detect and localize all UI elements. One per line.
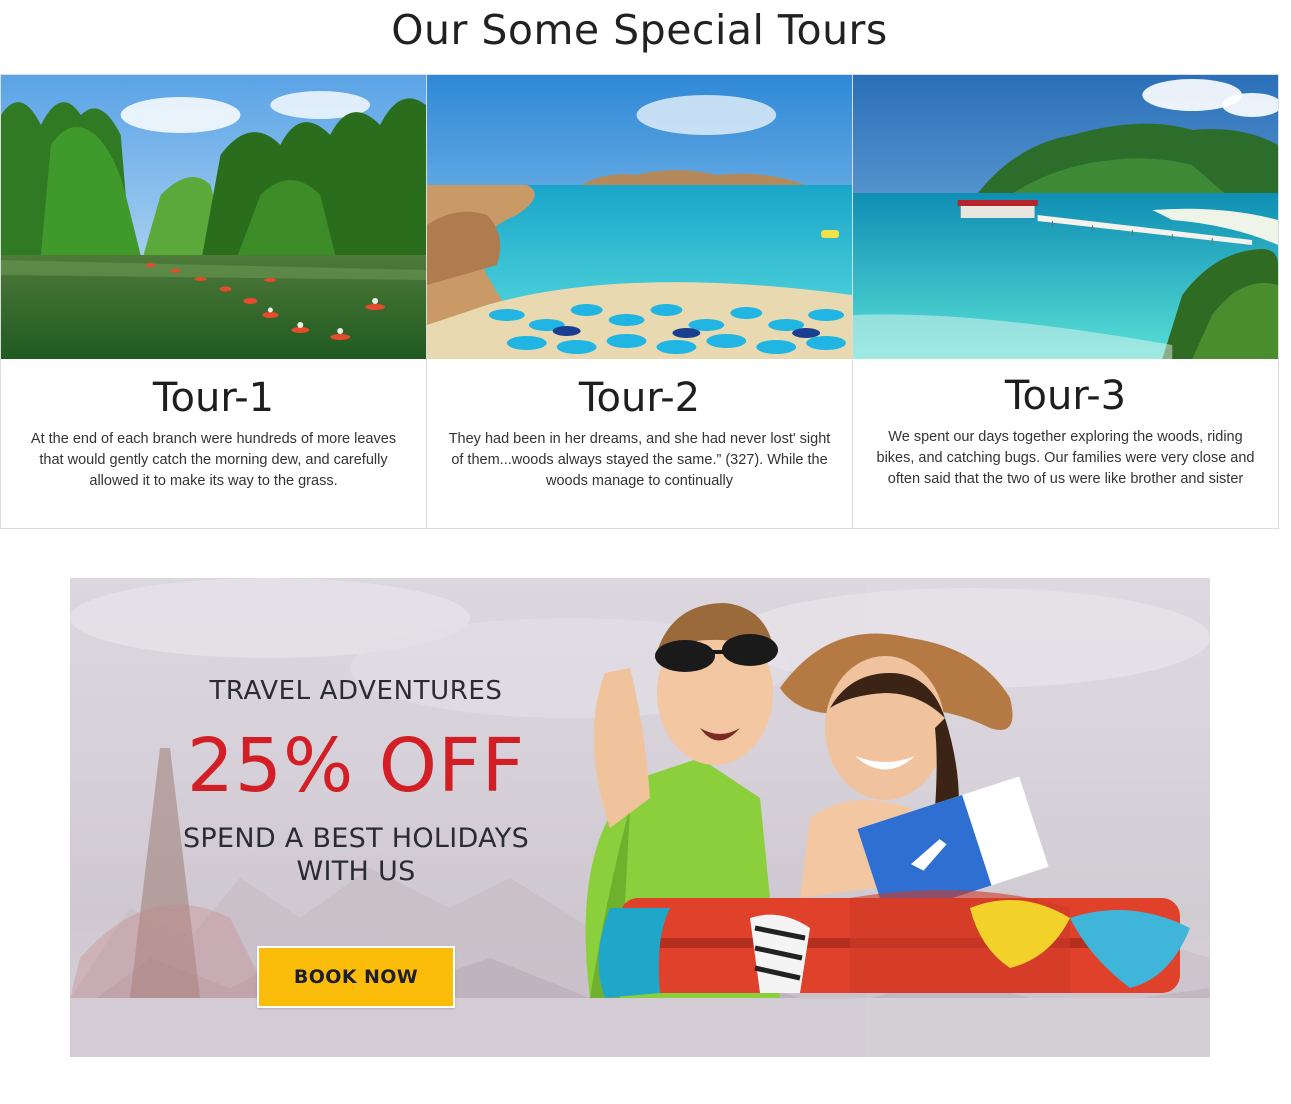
tour-card-2[interactable]: Tour-2 They had been in her dreams, and … bbox=[427, 75, 853, 528]
tour-2-image[interactable] bbox=[427, 75, 852, 359]
banner-kicker: TRAVEL ADVENTURES bbox=[209, 676, 503, 706]
tour-card-1[interactable]: Tour-1 At the end of each branch were hu… bbox=[1, 75, 427, 528]
tour-2-title[interactable]: Tour-2 bbox=[427, 375, 852, 421]
banner-text-block: TRAVEL ADVENTURES 25% OFF SPEND A BEST H… bbox=[70, 578, 642, 1057]
tour-1-description: At the end of each branch were hundreds … bbox=[30, 431, 397, 489]
tour-3-description: We spent our days together exploring the… bbox=[876, 429, 1255, 487]
tour-1-image[interactable] bbox=[1, 75, 426, 359]
banner-offer: 25% OFF bbox=[186, 723, 526, 809]
book-now-button[interactable]: BOOK NOW bbox=[257, 946, 455, 1008]
banner-subtitle: SPEND A BEST HOLIDAYS WITH US bbox=[182, 823, 530, 887]
tours-grid: Tour-1 At the end of each branch were hu… bbox=[0, 74, 1279, 529]
couple-photo bbox=[550, 578, 1210, 1057]
tour-1-title[interactable]: Tour-1 bbox=[1, 375, 426, 421]
tour-3-image[interactable] bbox=[853, 75, 1278, 359]
tour-3-title[interactable]: Tour-3 bbox=[853, 373, 1278, 419]
tour-2-description: They had been in her dreams, and she had… bbox=[448, 431, 831, 489]
promo-banner: TRAVEL ADVENTURES 25% OFF SPEND A BEST H… bbox=[70, 578, 1210, 1057]
section-title: Our Some Special Tours bbox=[391, 6, 888, 54]
tour-card-3[interactable]: Tour-3 We spent our days together explor… bbox=[853, 75, 1278, 528]
